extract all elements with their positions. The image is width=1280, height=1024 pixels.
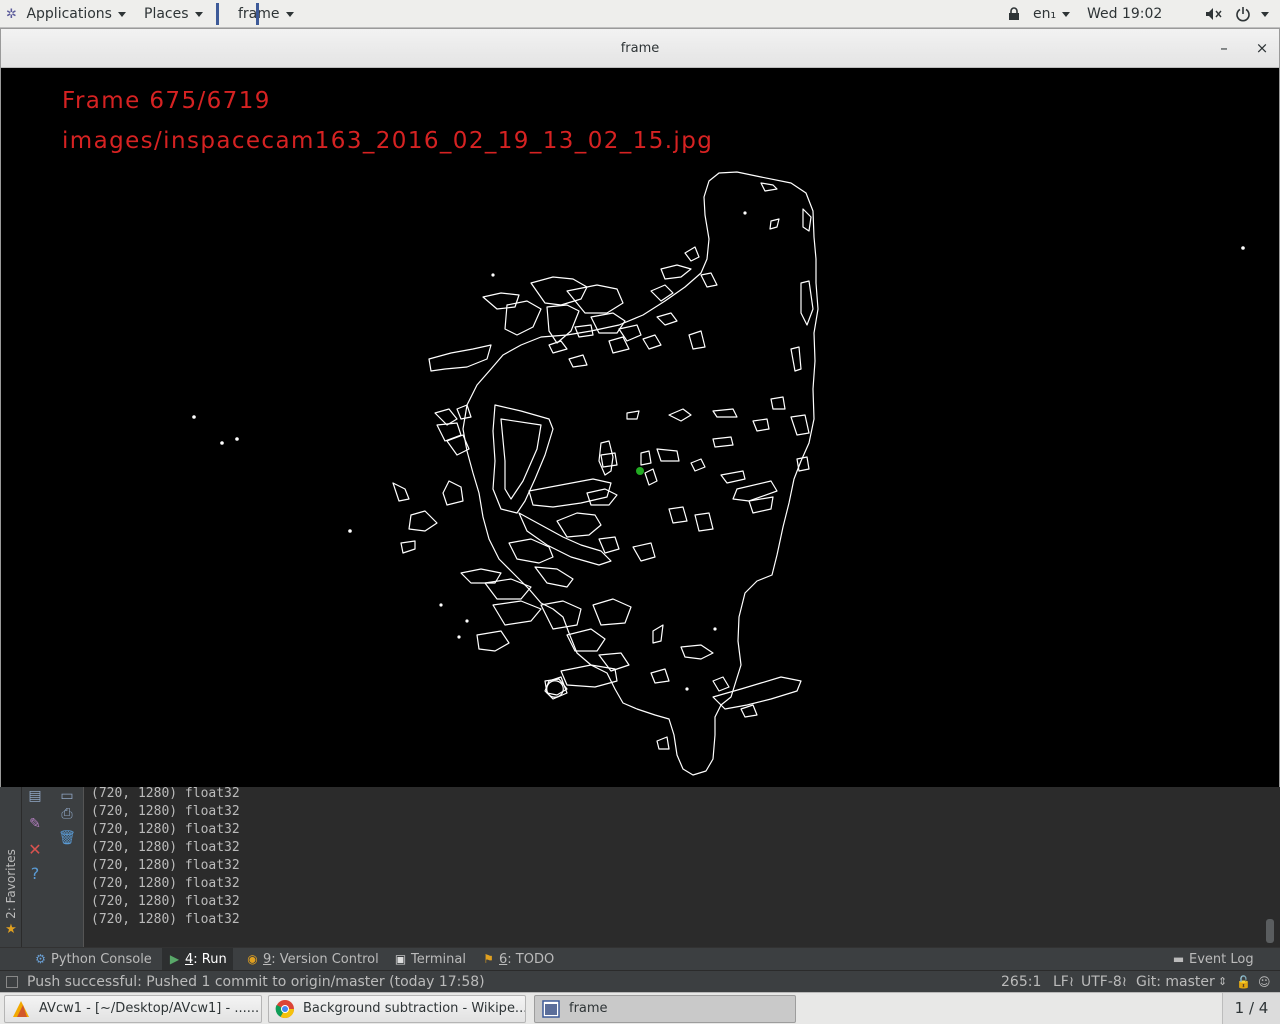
run-icon: ▶ [169, 952, 180, 966]
console-line: (720, 1280) float32 [91, 876, 240, 891]
chevron-down-icon [117, 11, 126, 17]
file-encoding[interactable]: UTF-8≀ [1081, 971, 1127, 993]
tab-label: : Run [193, 952, 227, 967]
minimize-button[interactable]: – [1213, 37, 1235, 59]
chevron-down-icon [1261, 11, 1270, 17]
applications-menu[interactable]: ✲ Applications [6, 0, 126, 28]
lock-icon[interactable]: 🔓 [1236, 971, 1251, 993]
console-line: (720, 1280) float32 [91, 822, 240, 837]
tab-todo[interactable]: ⚑ 6: TODO [476, 948, 560, 971]
tab-terminal[interactable]: ▣ Terminal [388, 948, 472, 971]
task-pycharm[interactable]: AVcw1 - [~/Desktop/AVcw1] - ...... [4, 995, 262, 1023]
close-button[interactable]: × [1251, 37, 1273, 59]
console-line: (720, 1280) float32 [91, 840, 240, 855]
tab-label: Terminal [411, 952, 466, 967]
frame-image-canvas[interactable]: Frame 675/6719 images/inspacecam163_2016… [1, 69, 1279, 787]
edge-contours [192, 171, 1245, 776]
toggle-tool-windows-icon[interactable] [6, 976, 18, 988]
console-line: (720, 1280) float32 [91, 804, 240, 819]
applications-label: Applications [26, 6, 112, 22]
status-bar: Push successful: Pushed 1 commit to orig… [0, 970, 1280, 992]
task-label: Background subtraction - Wikipe... [303, 1001, 526, 1016]
workspace-separator-2 [256, 0, 259, 28]
chevron-down-icon [285, 11, 294, 17]
layout-icon[interactable]: ▤ [26, 787, 44, 805]
power-menu[interactable] [1235, 0, 1270, 28]
tab-run[interactable]: ▶ 4: Run [162, 948, 233, 971]
workspace-pager[interactable]: 1 / 4 [1222, 993, 1280, 1024]
pycharm-icon [13, 1001, 29, 1017]
window-menu[interactable]: frame [238, 0, 294, 28]
vcs-icon: ◉ [247, 952, 258, 966]
line-separator[interactable]: LF≀ [1053, 971, 1074, 993]
caret-position[interactable]: 265:1 [1001, 971, 1041, 993]
places-label: Places [144, 6, 189, 22]
inspector-icon[interactable]: ☺ [1258, 971, 1271, 993]
window-titlebar[interactable]: frame – × [1, 29, 1279, 68]
gnome-foot-icon: ✲ [6, 7, 17, 22]
tab-version-control[interactable]: ◉ 9: Version Control [240, 948, 385, 971]
branch-chevron-icon: ⇕ [1218, 975, 1228, 988]
git-branch[interactable]: Git: master [1136, 971, 1215, 993]
volume-muted-icon[interactable] [1205, 0, 1223, 28]
console-scrollbar[interactable] [1266, 919, 1274, 943]
clock-label: Wed 19:02 [1087, 6, 1163, 22]
tracking-marker [636, 467, 644, 475]
power-icon [1236, 7, 1250, 22]
pin-icon[interactable]: ✎ [26, 815, 44, 833]
tab-label: Event Log [1189, 952, 1254, 967]
input-source-menu[interactable]: en₁ [1033, 0, 1071, 28]
todo-icon: ⚑ [483, 952, 494, 966]
console-line: (720, 1280) float32 [91, 912, 240, 927]
event-log-icon: ▬ [1172, 952, 1185, 966]
console-line: (720, 1280) float32 [91, 858, 240, 873]
tab-label: Python Console [51, 952, 152, 967]
places-menu[interactable]: Places [144, 0, 203, 28]
chevron-down-icon [1062, 11, 1071, 17]
status-message[interactable]: Push successful: Pushed 1 commit to orig… [27, 971, 485, 993]
star-icon[interactable]: ★ [2, 921, 20, 939]
tab-label: : Version Control [271, 952, 379, 967]
console-line: (720, 1280) float32 [91, 894, 240, 909]
run-tool-window: 2: Favorites ★ ▤ ▭ ✎ ⎙ ✕ 🗑 ? (720, 1280)… [0, 786, 1280, 947]
task-label: AVcw1 - [~/Desktop/AVcw1] - ...... [39, 1001, 260, 1016]
workspace-separator [216, 0, 219, 28]
chevron-down-icon [194, 11, 203, 17]
help-icon[interactable]: ? [26, 865, 44, 883]
window-icon [542, 1000, 560, 1018]
trash-icon[interactable]: 🗑 [58, 829, 76, 847]
frame-window: frame – × Frame 675/6719 images/inspacec… [0, 28, 1280, 787]
print-icon[interactable]: ⎙ [58, 805, 76, 823]
clock[interactable]: Wed 19:02 [1087, 0, 1162, 28]
python-icon: ⚙ [35, 952, 46, 966]
taskbar: AVcw1 - [~/Desktop/AVcw1] - ...... Backg… [0, 992, 1280, 1024]
window-title: frame [620, 41, 660, 56]
tool-windows-bar: ⚙ Python Console ▶ 4: Run ◉ 9: Version Cont… [0, 947, 1280, 971]
tab-event-log[interactable]: ▬ Event Log [1166, 948, 1260, 971]
console-line: (720, 1280) float32 [91, 786, 240, 801]
softwrap-icon[interactable]: ▭ [58, 787, 76, 805]
terminal-icon: ▣ [394, 952, 407, 966]
run-toolbar: ▤ ▭ ✎ ⎙ ✕ 🗑 ? [22, 787, 84, 947]
close-icon[interactable]: ✕ [26, 841, 44, 859]
lock-icon[interactable] [1008, 0, 1020, 28]
favorites-label: 2: Favorites [4, 849, 18, 919]
top-panel: ✲ Applications Places frame en₁ Wed 19:0… [0, 0, 1280, 28]
chrome-icon [275, 1000, 294, 1019]
task-label: frame [569, 1001, 608, 1016]
side-strip: 2: Favorites ★ [0, 787, 22, 947]
console-output[interactable]: (720, 1280) float32 (720, 1280) float32 … [91, 786, 1261, 947]
task-chrome[interactable]: Background subtraction - Wikipe... [268, 995, 526, 1023]
input-source-label: en₁ [1033, 6, 1057, 22]
task-frame[interactable]: frame [534, 995, 796, 1023]
tab-label: : TODO [507, 952, 555, 967]
tab-python-console[interactable]: ⚙ Python Console [28, 948, 158, 971]
